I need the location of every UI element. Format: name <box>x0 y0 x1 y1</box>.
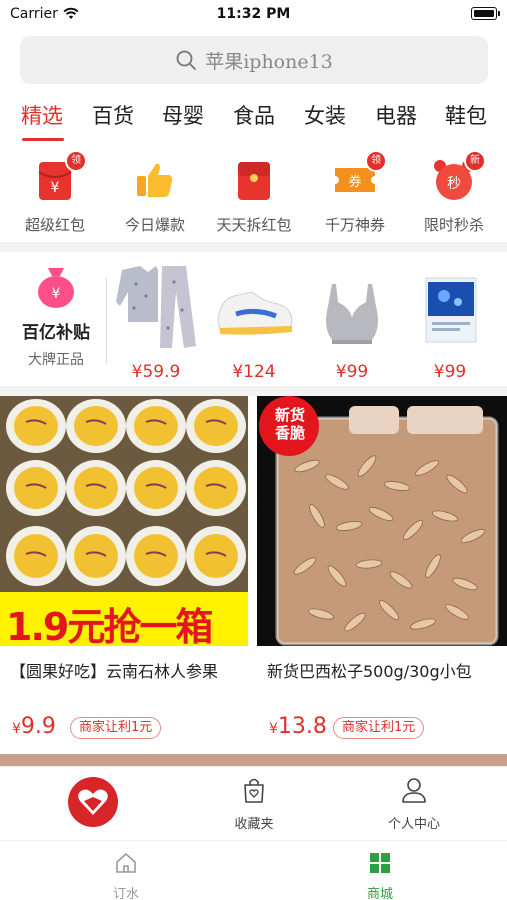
thumbs-up-icon <box>131 156 179 204</box>
search-bar[interactable]: 苹果iphone13 <box>20 36 488 84</box>
subsidy-title: 百亿补贴 <box>22 323 90 343</box>
price-value: 13.8 <box>277 714 327 739</box>
face-mask-box-image <box>425 277 477 343</box>
tab-label: 收藏夹 <box>234 817 274 832</box>
subsidy-product[interactable]: ¥99 <box>402 262 498 382</box>
svg-text:秒: 秒 <box>447 176 461 192</box>
quick-entry-flash-sale[interactable]: 秒 新 限时秒杀 <box>404 150 504 235</box>
promo-banner-text: 1.9元抢一箱 <box>6 605 213 646</box>
tab-label: 订水 <box>112 887 139 900</box>
subsidy-section[interactable]: ¥ 百亿补贴 大牌正品 ¥59.9 ¥124 ¥99 ¥99 <box>0 254 507 384</box>
bra-image <box>326 284 378 344</box>
active-tab-indicator <box>22 138 64 141</box>
pajama-set-image <box>116 266 196 348</box>
quick-entry-label: 超级红包 <box>24 216 85 234</box>
tab-mother-baby[interactable]: 母婴 <box>162 100 204 130</box>
red-packet-icon <box>230 156 278 204</box>
tab-shoes-bags[interactable]: 鞋包 <box>445 100 487 130</box>
quick-entry-label: 天天拆红包 <box>216 216 292 234</box>
ginseng-fruit-photo: 1.9元抢一箱 <box>0 396 248 646</box>
tab-appliances[interactable]: 电器 <box>375 100 417 130</box>
corner-badge-line: 香脆 <box>274 424 305 442</box>
pine-nuts-photo: 新货 香脆 <box>257 396 507 646</box>
price-symbol: ¥ <box>12 721 21 737</box>
product-card[interactable]: 1.9元抢一箱 【圆果好吃】云南石林人参果 ¥9.9 商家让利1元 <box>0 396 248 752</box>
quick-entry-todays-hits[interactable]: 今日爆款 <box>105 150 205 235</box>
product-card[interactable]: 新货 香脆 新货巴西松子500g/30g小包 ¥13.8 商家让利1元 <box>257 396 507 752</box>
product-title: 【圆果好吃】云南石林人参果 <box>10 662 219 681</box>
tab-label: 商城 <box>366 887 393 900</box>
price-symbol: ¥ <box>269 721 278 737</box>
product-price: ¥9.9 <box>12 714 56 739</box>
section-divider <box>0 386 507 396</box>
merchant-discount-tag: 商家让利1元 <box>333 717 425 739</box>
battery-icon <box>471 7 500 20</box>
section-divider <box>0 242 507 252</box>
product-price: ¥13.8 <box>269 714 327 739</box>
subsidy-product[interactable]: ¥59.9 <box>108 262 204 382</box>
price-value: 9.9 <box>20 714 56 739</box>
tab-profile[interactable]: 个人中心 <box>354 775 474 832</box>
home-icon <box>116 853 136 873</box>
tab-general-merchandise[interactable]: 百货 <box>92 100 134 130</box>
quick-entry-label: 千万神券 <box>324 216 385 234</box>
product-title: 新货巴西松子500g/30g小包 <box>267 662 472 681</box>
alarm-clock-icon: 秒 新 <box>430 150 486 204</box>
tab-food[interactable]: 食品 <box>233 100 275 130</box>
svg-text:¥: ¥ <box>52 286 61 302</box>
main-tab-bar: 订水 商城 <box>0 840 507 900</box>
search-placeholder: 苹果iphone13 <box>205 50 333 73</box>
quick-entry-label: 限时秒杀 <box>423 216 484 234</box>
svg-text:券: 券 <box>348 174 361 190</box>
quick-entry-mega-coupons[interactable]: 券 领 千万神券 <box>305 150 405 235</box>
tab-womens-clothing[interactable]: 女装 <box>304 100 346 130</box>
quick-entry-label: 今日爆款 <box>124 216 185 234</box>
tab-water-order[interactable]: 订水 <box>66 851 186 900</box>
subsidy-subtitle: 大牌正品 <box>28 352 84 368</box>
category-tabs: 精选 百货 母婴 食品 女装 电器 鞋包 <box>0 96 507 142</box>
tab-favorites[interactable]: 收藏夹 <box>194 775 314 832</box>
user-icon <box>402 778 426 803</box>
tab-mall[interactable]: 商城 <box>320 851 440 900</box>
subsidy-product-price: ¥124 <box>232 362 276 382</box>
subsidy-product[interactable]: ¥124 <box>206 262 302 382</box>
search-icon <box>176 50 197 70</box>
subsidy-product-price: ¥99 <box>433 362 467 382</box>
subsidy-separator <box>106 278 107 364</box>
corner-badge-line: 新货 <box>274 406 305 424</box>
badge-collect: 领 <box>65 150 87 172</box>
store-logo-icon[interactable] <box>68 777 118 827</box>
subsidy-product-price: ¥99 <box>335 362 369 382</box>
money-bag-icon: ¥ <box>38 268 74 308</box>
badge-collect: 领 <box>365 150 387 172</box>
quick-entry-row: ¥ 领 超级红包 今日爆款 天天拆红包 券 领 千万神券 秒 新 限时秒杀 <box>0 150 507 242</box>
status-bar: Carrier 11:32 PM <box>0 0 507 30</box>
subsidy-brand[interactable]: ¥ 百亿补贴 大牌正品 <box>12 264 100 369</box>
subsidy-product-price: ¥59.9 <box>131 362 181 382</box>
badge-new: 新 <box>464 150 486 172</box>
tab-featured[interactable]: 精选 <box>21 100 63 130</box>
quick-entry-super-red-envelope[interactable]: ¥ 领 超级红包 <box>5 150 105 235</box>
coupon-icon: 券 领 <box>331 150 387 204</box>
grid-icon <box>370 853 390 873</box>
merchant-discount-tag: 商家让利1元 <box>70 717 162 739</box>
favorites-bag-icon <box>244 778 264 803</box>
subsidy-product[interactable]: ¥99 <box>304 262 400 382</box>
svg-text:¥: ¥ <box>51 180 60 196</box>
floating-tab-bar: 收藏夹 个人中心 <box>0 766 507 840</box>
corner-badge: 新货 香脆 <box>265 406 315 442</box>
clock-time: 11:32 PM <box>216 6 291 22</box>
tab-label: 个人中心 <box>387 817 440 832</box>
quick-entry-daily-red-packet[interactable]: 天天拆红包 <box>204 150 304 235</box>
red-envelope-icon: ¥ 领 <box>31 150 87 204</box>
sneaker-image <box>217 291 293 335</box>
